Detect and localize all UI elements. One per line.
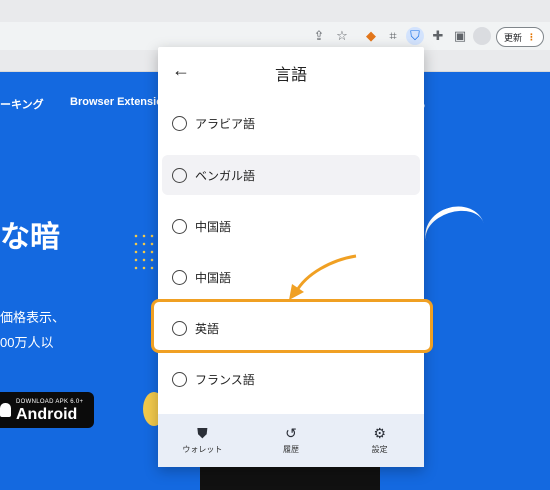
language-label: ベンガル語 — [195, 168, 256, 183]
sidepanel-icon[interactable]: ▣ — [451, 27, 469, 45]
update-label: 更新 — [503, 32, 522, 43]
android-badge-caption: DOWNLOAD APK 6.0+ — [16, 399, 84, 405]
android-download-button[interactable]: DOWNLOAD APK 6.0+ Android — [0, 392, 94, 428]
footer-tab-label: ウォレット — [182, 445, 223, 454]
screenshot-icon[interactable]: ⌗ — [384, 27, 402, 45]
radio-button[interactable] — [172, 115, 187, 131]
android-icon — [0, 403, 11, 417]
popup-header: ← 言語 — [158, 47, 424, 95]
hero-description-line-1: 価格表示、 — [0, 310, 66, 325]
footer-tab-label: 履歴 — [282, 445, 299, 454]
language-label: フランス語 — [195, 372, 255, 387]
hero-heading: な暗 — [0, 221, 60, 254]
history-icon: ↺ — [285, 425, 297, 441]
radio-button[interactable] — [172, 320, 187, 336]
decorative-swoosh — [418, 198, 492, 266]
footer-tab-history[interactable]: ↺ 履歴 — [256, 426, 326, 455]
language-option-arabic[interactable]: アラビア語 — [162, 103, 420, 143]
shield-icon: ⛊ — [197, 425, 208, 441]
popup-footer-nav: ⛊ ウォレット ↺ 履歴 ⚙ 設定 — [158, 414, 424, 467]
hero-description-line-2: 00万人以 — [0, 335, 54, 350]
language-label: 英語 — [195, 321, 220, 336]
footer-tab-label: 設定 — [371, 445, 388, 454]
radio-button[interactable] — [172, 218, 187, 234]
nav-item-partial[interactable]: ーキング — [0, 96, 44, 112]
language-option-english[interactable]: 英語 — [162, 308, 420, 348]
language-popup: ← 言語 アラビア語 ベンガル語 中国語 中国語 英語 フランス語 ⛊ ウォレッ… — [151, 47, 433, 467]
puzzle-icon[interactable]: ✚ — [429, 27, 447, 45]
profile-avatar[interactable] — [473, 27, 491, 45]
language-label: アラビア語 — [195, 116, 256, 131]
metamask-icon[interactable]: ◆ — [362, 27, 380, 45]
footer-tab-settings[interactable]: ⚙ 設定 — [345, 426, 415, 455]
language-label: 中国語 — [195, 219, 232, 234]
star-icon[interactable]: ☆ — [333, 27, 351, 45]
settings-icon: ⚙ — [373, 425, 386, 441]
share-icon[interactable]: ⇪ — [310, 27, 328, 45]
language-option-bengali[interactable]: ベンガル語 — [162, 155, 420, 195]
decorative-dot-grid — [132, 232, 158, 272]
update-button[interactable]: 更新 ⋮ — [496, 27, 544, 47]
more-menu-icon: ⋮ — [527, 31, 536, 42]
radio-button[interactable] — [172, 269, 187, 285]
nav-item-browser-extension[interactable]: Browser Extension — [70, 96, 170, 108]
language-label: 中国語 — [195, 270, 232, 285]
radio-button[interactable] — [172, 371, 187, 387]
android-badge-label: Android — [16, 406, 78, 423]
language-option-french[interactable]: フランス語 — [162, 359, 420, 399]
footer-tab-wallet[interactable]: ⛊ ウォレット — [167, 426, 237, 455]
annotation-arrow-icon — [289, 254, 357, 300]
popup-title: 言語 — [274, 67, 307, 84]
language-option-chinese-1[interactable]: 中国語 — [162, 206, 420, 246]
shield-icon[interactable]: ⛉ — [406, 27, 424, 45]
radio-button[interactable] — [172, 167, 187, 183]
